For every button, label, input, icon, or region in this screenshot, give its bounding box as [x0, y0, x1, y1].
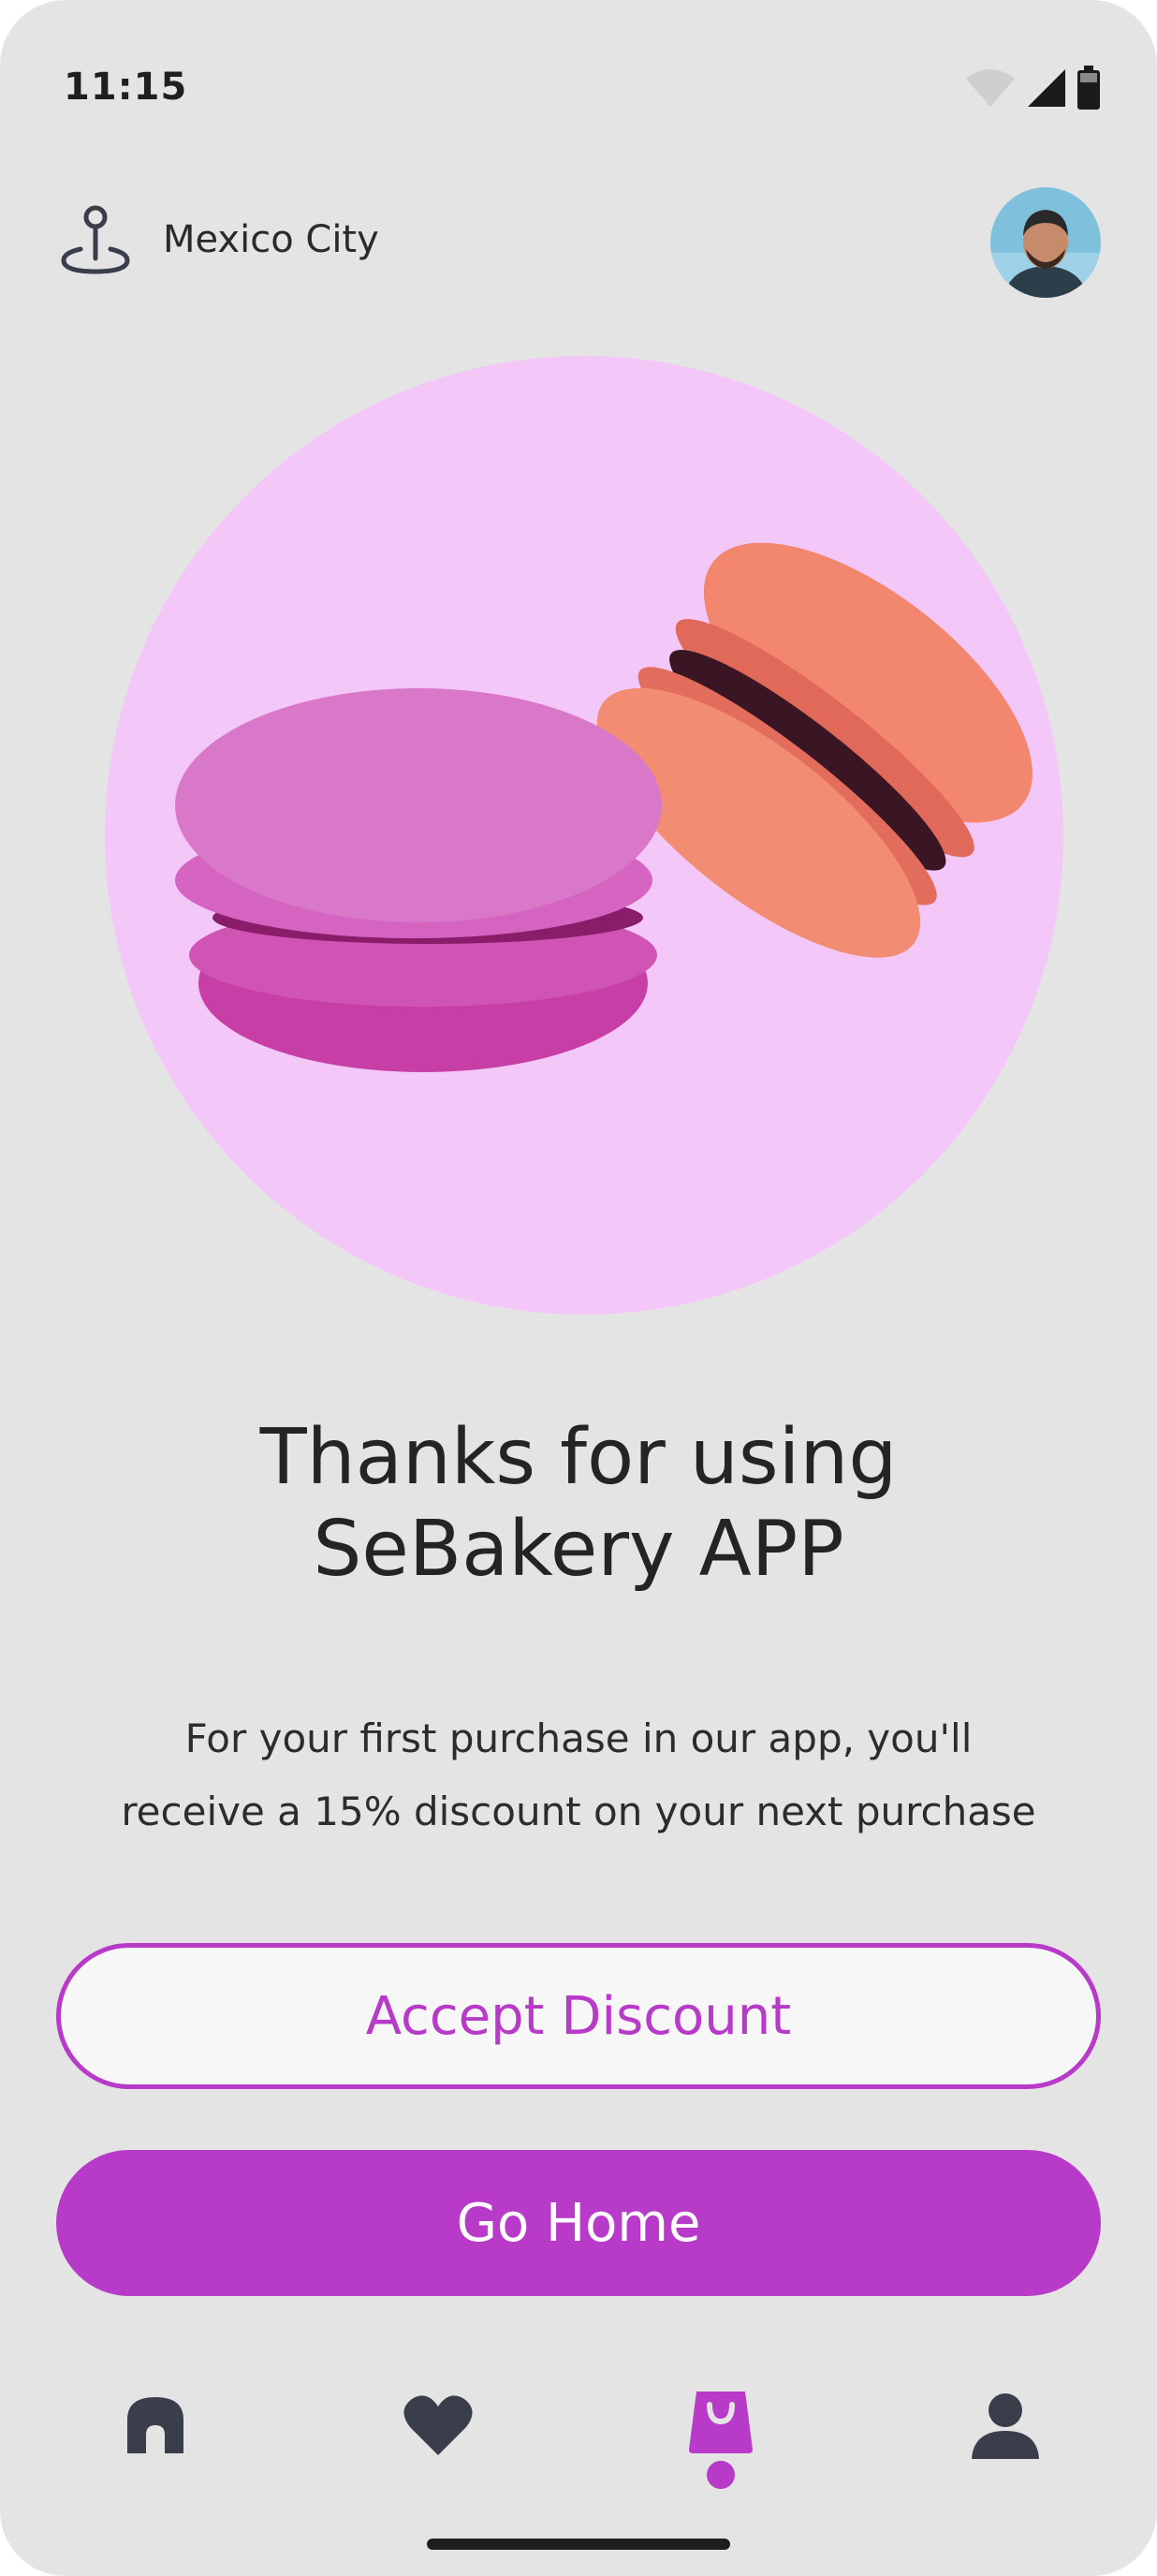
- location-selector[interactable]: Mexico City: [60, 204, 379, 275]
- app-screen: 11:15 Mexico City Thanks for using SeBak…: [0, 0, 1157, 2576]
- heart-icon: [403, 2395, 473, 2455]
- accept-discount-button[interactable]: Accept Discount: [56, 1943, 1101, 2089]
- profile-icon: [972, 2393, 1039, 2459]
- nav-favorites[interactable]: [401, 2388, 476, 2463]
- active-tab-indicator: [707, 2461, 735, 2489]
- user-avatar-image: [990, 187, 1101, 298]
- go-home-button[interactable]: Go Home: [56, 2150, 1101, 2296]
- status-time: 11:15: [64, 66, 188, 109]
- location-label: Mexico City: [163, 218, 379, 261]
- signal-icon: [1028, 69, 1065, 107]
- macarons-illustration: [175, 542, 1033, 1072]
- description-line1: For your first purchase in our app, you'…: [184, 1715, 973, 1761]
- battery-icon: [1077, 66, 1100, 110]
- shopping-bag-icon: [689, 2392, 753, 2453]
- home-indicator: [427, 2539, 730, 2550]
- nav-profile[interactable]: [968, 2388, 1043, 2463]
- description-line2: receive a 15% discount on your next purc…: [121, 1788, 1036, 1834]
- page-title-line2: SeBakery APP: [313, 1505, 844, 1594]
- nav-home[interactable]: [118, 2388, 193, 2463]
- status-icons: [964, 66, 1101, 110]
- nav-cart[interactable]: [683, 2384, 758, 2459]
- home-icon: [127, 2397, 183, 2453]
- wifi-icon: [966, 69, 1015, 107]
- hero-image: [105, 356, 1063, 1315]
- page-title-line1: Thanks for using: [259, 1413, 898, 1502]
- avatar[interactable]: [990, 187, 1101, 298]
- map-pin-icon: [61, 205, 130, 274]
